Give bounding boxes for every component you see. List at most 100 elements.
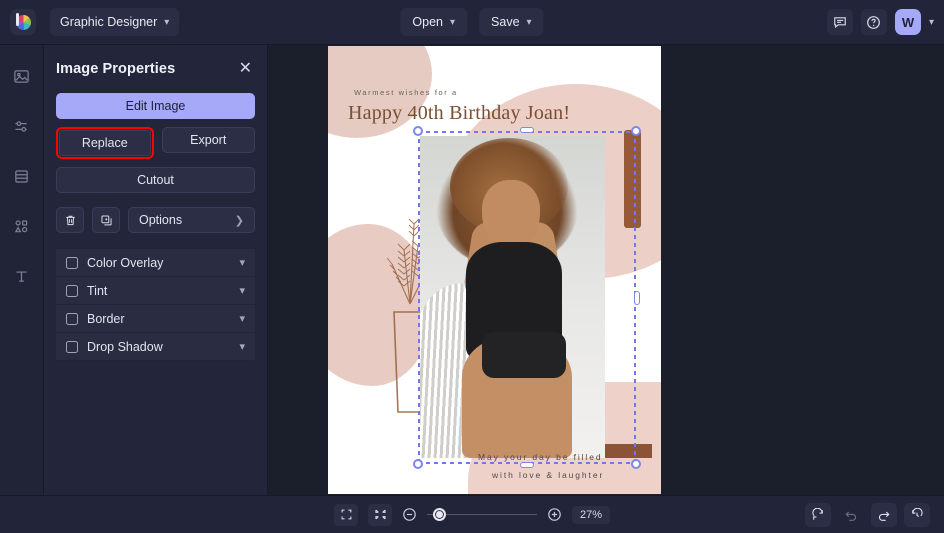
zoom-slider-knob[interactable] [433,508,446,521]
chevron-down-icon[interactable]: ▾ [239,312,245,325]
history-controls [805,503,930,527]
collapse-icon [373,508,386,521]
zoom-out-button[interactable] [402,507,417,522]
effect-label: Tint [87,284,230,298]
panel-header: Image Properties ✕ [56,59,255,79]
chevron-right-icon: ❯ [235,214,244,227]
feedback-button[interactable] [827,9,853,35]
sliders-icon [13,118,30,135]
sidebar-item-text[interactable] [7,261,37,291]
zoom-level-label[interactable]: 27% [572,506,610,524]
redo-button[interactable] [871,503,897,527]
question-circle-icon [866,15,881,30]
decorative-bar-right [624,130,641,228]
canvas-text-bottom-line1[interactable]: May your day be filled [478,452,602,462]
replace-export-row: Replace Export [56,127,255,159]
effect-label: Color Overlay [87,256,230,270]
app-root: Graphic Designer ▾ Open ▾ Save ▾ [0,0,944,533]
cutout-label: Cutout [137,173,174,187]
effects-list: Color Overlay ▾ Tint ▾ Border ▾ Drop Sha… [56,249,255,361]
border-checkbox[interactable] [66,313,78,325]
export-label: Export [190,133,226,147]
document-name-dropdown[interactable]: Graphic Designer ▾ [50,8,179,36]
canvas-text-greeting-small[interactable]: Warmest wishes for a [354,88,458,97]
help-button[interactable] [861,9,887,35]
save-button[interactable]: Save ▾ [479,8,544,36]
effect-label: Border [87,312,230,326]
fullscreen-button[interactable] [334,504,358,526]
tint-checkbox[interactable] [66,285,78,297]
account-actions: W ▾ [827,9,934,35]
fit-screen-button[interactable] [368,504,392,526]
sidebar-item-adjust[interactable] [7,111,37,141]
cutout-row: Cutout [56,167,255,193]
zoom-slider[interactable] [427,508,537,522]
resize-handle-bottom-left[interactable] [413,459,423,469]
edit-image-button[interactable]: Edit Image [56,93,255,119]
options-label: Options [139,213,182,227]
zoom-controls: 27% [334,504,610,526]
sidebar-item-image[interactable] [7,61,37,91]
drop-shadow-checkbox[interactable] [66,341,78,353]
chevron-down-icon[interactable]: ▾ [239,340,245,353]
delete-button[interactable] [56,207,84,233]
options-button[interactable]: Options ❯ [128,207,255,233]
photo-shorts [482,332,566,378]
chevron-down-icon: ▾ [527,17,532,28]
open-label: Open [412,15,443,29]
shapes-icon [13,218,30,235]
effect-row-tint[interactable]: Tint ▾ [56,277,255,305]
undo-icon [844,508,858,522]
object-tools-row: Options ❯ [56,207,255,233]
chevron-down-icon[interactable]: ▾ [239,256,245,269]
redo-icon [877,508,891,522]
expand-icon [339,508,352,521]
design-canvas[interactable]: Warmest wishes for a Happy 40th Birthday… [328,46,661,494]
open-button[interactable]: Open ▾ [400,8,467,36]
resize-handle-right-middle[interactable] [634,291,640,305]
file-actions: Open ▾ Save ▾ [400,8,543,36]
cutout-button[interactable]: Cutout [56,167,255,193]
history-button[interactable] [904,503,930,527]
app-logo-icon[interactable] [10,9,36,35]
resize-handle-top-left[interactable] [413,126,423,136]
account-chevron-down-icon[interactable]: ▾ [929,17,934,28]
minus-circle-icon [402,507,417,522]
zoom-in-button[interactable] [547,507,562,522]
logo-b-mark-icon [16,13,19,26]
undo-button[interactable] [838,503,864,527]
image-icon [13,68,30,85]
reset-button[interactable] [805,503,831,527]
effect-row-border[interactable]: Border ▾ [56,305,255,333]
color-overlay-checkbox[interactable] [66,257,78,269]
save-label: Save [491,15,520,29]
avatar-initial: W [902,15,914,30]
effect-row-color-overlay[interactable]: Color Overlay ▾ [56,249,255,277]
canvas-text-bottom-line2[interactable]: with love & laughter [492,470,604,480]
duplicate-icon [100,214,113,227]
replace-highlight: Replace [56,127,154,159]
effect-row-drop-shadow[interactable]: Drop Shadow ▾ [56,333,255,361]
duplicate-button[interactable] [92,207,120,233]
canvas-text-greeting-big[interactable]: Happy 40th Birthday Joan! [348,102,570,125]
close-icon[interactable]: ✕ [236,59,255,79]
image-properties-panel: Image Properties ✕ Edit Image Replace Ex… [44,45,268,495]
effect-label: Drop Shadow [87,340,230,354]
replace-button[interactable]: Replace [59,130,151,156]
text-icon [13,268,30,285]
chevron-down-icon: ▾ [164,17,169,28]
plus-circle-icon [547,507,562,522]
avatar[interactable]: W [895,9,921,35]
sidebar-item-layers[interactable] [7,161,37,191]
chevron-down-icon[interactable]: ▾ [239,284,245,297]
export-button[interactable]: Export [162,127,256,153]
page-title: Image Properties [56,61,175,77]
comment-icon [833,15,847,29]
trash-icon [64,214,77,227]
chevron-down-icon: ▾ [450,17,455,28]
tool-rail [0,45,44,495]
sidebar-item-graphics[interactable] [7,211,37,241]
selected-photo[interactable] [420,136,605,458]
canvas-area[interactable]: Warmest wishes for a Happy 40th Birthday… [268,45,944,495]
bottom-bar: 27% [0,495,944,533]
